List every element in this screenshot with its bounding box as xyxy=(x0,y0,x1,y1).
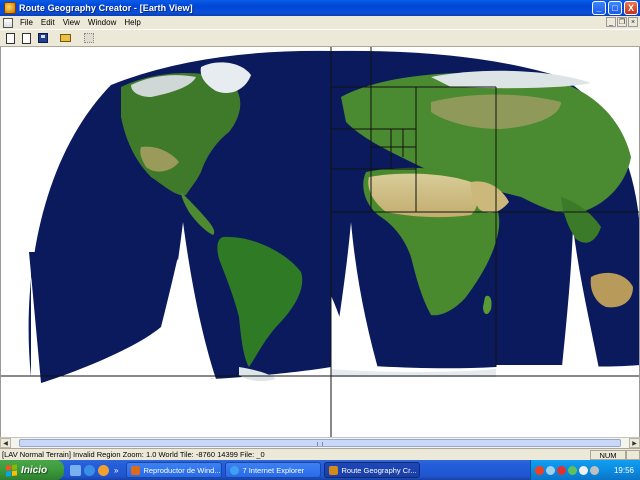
quick-launch: » xyxy=(70,464,118,476)
tray-update-icon[interactable] xyxy=(568,465,577,475)
start-label: Inicio xyxy=(21,464,48,476)
task-label: 7 Internet Explorer xyxy=(242,465,305,475)
grip-icon xyxy=(317,442,323,446)
close-button[interactable]: X xyxy=(624,1,638,15)
document-icon[interactable] xyxy=(3,17,13,28)
title-bar[interactable]: Route Geography Creator - [Earth View] _… xyxy=(0,0,640,16)
new-route-button[interactable] xyxy=(19,31,34,46)
scroll-left-arrow[interactable]: ◀ xyxy=(0,438,11,448)
system-tray: 19:56 xyxy=(530,460,640,480)
ie-task-icon xyxy=(230,465,240,475)
mdi-controls: _ ❐ × xyxy=(606,17,638,27)
arctic-ice-east xyxy=(431,70,591,89)
window-title: Route Geography Creator - [Earth View] xyxy=(19,3,193,13)
new-document-button[interactable] xyxy=(3,31,18,46)
tray-alert-icon[interactable] xyxy=(535,465,544,475)
task-label: Route Geography Cr... xyxy=(341,465,417,475)
ocean-lobe-west-south xyxy=(29,252,179,383)
clock[interactable]: 19:56 xyxy=(614,466,634,475)
internet-explorer-icon[interactable] xyxy=(84,464,95,476)
task-label: Reproductor de Wind... xyxy=(143,465,221,475)
tray-volume-icon[interactable] xyxy=(579,465,588,475)
save-button[interactable] xyxy=(35,31,50,46)
maximize-button[interactable]: □ xyxy=(608,1,622,15)
task-route-geography-creator[interactable]: Route Geography Cr... xyxy=(324,462,421,478)
task-buttons: Reproductor de Wind... 7 Internet Explor… xyxy=(126,462,421,478)
menu-file[interactable]: File xyxy=(16,18,37,27)
layers-button[interactable] xyxy=(81,31,96,46)
minimize-button[interactable]: _ xyxy=(592,1,606,15)
toolbar xyxy=(0,29,640,47)
num-lock-indicator: NUM xyxy=(590,449,626,460)
quick-launch-more[interactable]: » xyxy=(114,466,118,475)
new-document-icon xyxy=(6,32,15,44)
menu-view[interactable]: View xyxy=(59,18,84,27)
open-button[interactable] xyxy=(58,31,73,46)
task-media-player[interactable]: Reproductor de Wind... xyxy=(126,462,223,478)
media-player-task-icon xyxy=(131,465,141,475)
tray-network-icon[interactable] xyxy=(546,465,555,475)
new-route-icon xyxy=(22,32,31,44)
menu-edit[interactable]: Edit xyxy=(37,18,59,27)
save-icon xyxy=(37,33,48,43)
start-button[interactable]: Inicio xyxy=(0,460,64,480)
layers-icon xyxy=(83,33,94,43)
window-controls: _ □ X xyxy=(592,1,638,15)
route-geography-task-icon xyxy=(329,465,339,475)
scroll-track[interactable] xyxy=(11,438,629,448)
show-desktop-icon[interactable] xyxy=(70,464,81,476)
status-text: [LAV Normal Terrain] Invalid Region Zoom… xyxy=(2,450,265,459)
media-player-icon[interactable] xyxy=(98,464,109,476)
mdi-minimize-button[interactable]: _ xyxy=(606,17,616,27)
world-map-canvas[interactable] xyxy=(1,47,640,437)
open-folder-icon xyxy=(60,34,71,42)
menu-help[interactable]: Help xyxy=(120,18,144,27)
taskbar: Inicio » Reproductor de Wind... 7 Intern… xyxy=(0,460,640,480)
menu-window[interactable]: Window xyxy=(84,18,120,27)
scroll-right-arrow[interactable]: ▶ xyxy=(629,438,640,448)
earth-view-map[interactable] xyxy=(0,47,640,437)
status-panel-empty xyxy=(626,449,640,460)
windows-logo-icon xyxy=(6,463,17,477)
menu-bar: File Edit View Window Help _ ❐ × xyxy=(0,16,640,29)
mdi-restore-button[interactable]: ❐ xyxy=(617,17,627,27)
task-internet-explorer[interactable]: 7 Internet Explorer xyxy=(225,462,322,478)
status-bar: [LAV Normal Terrain] Invalid Region Zoom… xyxy=(0,448,640,460)
sahara-desert xyxy=(368,173,478,218)
app-globe-icon[interactable] xyxy=(4,2,16,14)
tray-app-icon[interactable] xyxy=(590,465,599,475)
tray-security-icon[interactable] xyxy=(557,465,566,475)
horizontal-scrollbar[interactable]: ◀ ▶ xyxy=(0,437,640,448)
scroll-thumb[interactable] xyxy=(19,439,621,447)
mdi-close-button[interactable]: × xyxy=(628,17,638,27)
